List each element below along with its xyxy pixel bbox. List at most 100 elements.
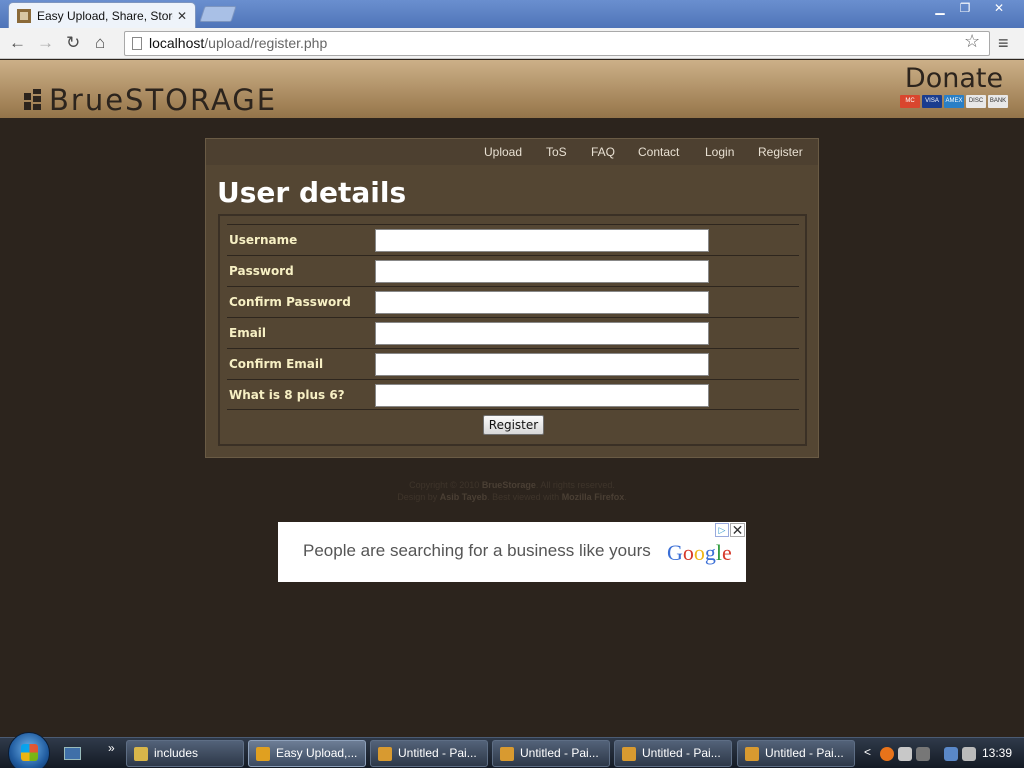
task-app-icon (745, 747, 759, 761)
reload-icon[interactable]: ↻ (66, 33, 80, 53)
form-row-captcha: What is 8 plus 6? (227, 379, 799, 410)
email-input[interactable] (375, 322, 709, 345)
taskbar-task-button[interactable]: Untitled - Pai... (370, 740, 488, 767)
username-label: Username (229, 233, 298, 247)
ad-text[interactable]: People are searching for a business like… (303, 541, 651, 561)
tab-title: Easy Upload, Share, Store (37, 8, 173, 23)
browser-tab[interactable]: Easy Upload, Share, Store ✕ (8, 2, 196, 28)
form-row-confirm-email: Confirm Email (227, 348, 799, 379)
quicklaunch-chevron-icon[interactable]: » (108, 741, 115, 755)
tray-device-icon[interactable] (916, 747, 930, 761)
footer-brand: BrueStorage (481, 480, 536, 490)
task-app-icon (500, 747, 514, 761)
payment-cards: MC VISA AMEX DISC BANK (898, 95, 1010, 108)
forward-arrow-icon[interactable]: → (37, 33, 54, 53)
registration-form: Username Password Confirm Password Email… (218, 214, 807, 446)
bookmark-star-icon[interactable]: ☆ (964, 31, 980, 52)
google-ad-banner[interactable]: People are searching for a business like… (278, 522, 746, 582)
task-label: Untitled - Pai... (642, 746, 721, 760)
task-app-icon (134, 747, 148, 761)
tray-volume-muted-icon[interactable] (962, 747, 976, 761)
confirm-password-label: Confirm Password (229, 295, 351, 309)
design-credit-line: Design by Asib Tayeb. Best viewed with M… (397, 492, 627, 502)
site-footer: Copyright © 2010 BrueStorage. All rights… (300, 479, 724, 503)
confirm-email-label: Confirm Email (229, 357, 324, 371)
window-close-button[interactable]: ✕ (978, 0, 1020, 18)
logo-mark-icon (24, 89, 43, 111)
page-title: User details (217, 176, 407, 209)
taskbar-task-button[interactable]: Untitled - Pai... (492, 740, 610, 767)
payment-card-icon: MC (900, 95, 920, 108)
nav-upload-link[interactable]: Upload (484, 145, 522, 159)
nav-contact-link[interactable]: Contact (638, 145, 679, 159)
password-label: Password (229, 264, 294, 278)
nav-login-link[interactable]: Login (705, 145, 734, 159)
show-desktop-icon[interactable] (64, 747, 81, 760)
footer-browser: Mozilla Firefox (561, 492, 625, 502)
captcha-input[interactable] (375, 384, 709, 407)
tab-close-icon[interactable]: ✕ (177, 9, 187, 23)
form-row-confirm-password: Confirm Password (227, 286, 799, 317)
windows-taskbar: » includes Easy Upload,... Untitled - Pai.… (0, 732, 1024, 768)
task-label: Untitled - Pai... (765, 746, 844, 760)
form-row-username: Username (227, 224, 799, 255)
task-label: Untitled - Pai... (520, 746, 599, 760)
taskbar-task-button[interactable]: Easy Upload,... (248, 740, 366, 767)
form-row-submit: Register (227, 409, 799, 440)
password-input[interactable] (375, 260, 709, 283)
email-label: Email (229, 326, 267, 340)
username-input[interactable] (375, 229, 709, 252)
nav-faq-link[interactable]: FAQ (591, 145, 615, 159)
new-tab-button[interactable] (199, 6, 237, 22)
tray-app-icon[interactable] (880, 747, 894, 761)
register-button[interactable]: Register (483, 415, 544, 435)
google-logo: Google (667, 540, 732, 565)
donate-block[interactable]: Donate MC VISA AMEX DISC BANK (898, 64, 1010, 108)
task-app-icon (622, 747, 636, 761)
logo-text: BrueSTORAGE (49, 83, 278, 117)
back-arrow-icon[interactable]: ← (9, 33, 26, 53)
maximize-button[interactable]: ❐ (953, 0, 977, 18)
task-app-icon (256, 747, 270, 761)
nav-tos-link[interactable]: ToS (546, 145, 567, 159)
confirm-email-input[interactable] (375, 353, 709, 376)
payment-card-icon: DISC (966, 95, 986, 108)
page-icon (132, 37, 142, 50)
tray-safely-remove-icon[interactable] (898, 747, 912, 761)
footer-author: Asib Tayeb (439, 492, 488, 502)
browser-menu-icon[interactable]: ≡ (998, 33, 1009, 54)
tray-expand-icon[interactable]: < (864, 745, 878, 759)
nav-register-link[interactable]: Register (758, 145, 803, 159)
main-content: Upload ToS FAQ Contact Login Register Us… (205, 138, 819, 458)
tray-network-icon[interactable] (944, 747, 958, 761)
browser-toolbar: ← → ↻ ⌂ localhost/upload/register.php ☆ … (0, 28, 1024, 59)
url-host: localhost (149, 35, 205, 51)
ad-choices-icon[interactable]: ▷ (715, 523, 729, 537)
taskbar-task-button[interactable]: Untitled - Pai... (737, 740, 855, 767)
home-icon[interactable]: ⌂ (95, 33, 105, 53)
top-nav: Upload ToS FAQ Contact Login Register (206, 139, 818, 165)
address-bar[interactable]: localhost/upload/register.php (124, 31, 990, 56)
start-button[interactable] (8, 732, 50, 768)
system-tray: < (864, 744, 976, 764)
url-path: /upload/register.php (204, 35, 328, 51)
taskbar-task-button[interactable]: Untitled - Pai... (614, 740, 732, 767)
form-row-email: Email (227, 317, 799, 348)
minimize-button[interactable]: ▁ (927, 0, 953, 18)
taskbar-clock[interactable]: 13:39 (982, 746, 1012, 760)
site-logo[interactable]: BrueSTORAGE (24, 83, 277, 117)
donate-label: Donate (904, 63, 1004, 94)
copyright-line: Copyright © 2010 BrueStorage. All rights… (409, 480, 615, 490)
task-app-icon (378, 747, 392, 761)
ad-close-icon[interactable]: ✕ (730, 523, 745, 537)
confirm-password-input[interactable] (375, 291, 709, 314)
task-label: Untitled - Pai... (398, 746, 477, 760)
task-label: Easy Upload,... (276, 746, 358, 760)
payment-card-icon: VISA (922, 95, 942, 108)
taskbar-task-button[interactable]: includes (126, 740, 244, 767)
payment-card-icon: BANK (988, 95, 1008, 108)
payment-card-icon: AMEX (944, 95, 964, 108)
task-label: includes (154, 746, 199, 760)
site-favicon-icon (17, 8, 31, 23)
browser-titlebar: Easy Upload, Share, Store ✕ ▁ ❐ ✕ (0, 0, 1024, 28)
